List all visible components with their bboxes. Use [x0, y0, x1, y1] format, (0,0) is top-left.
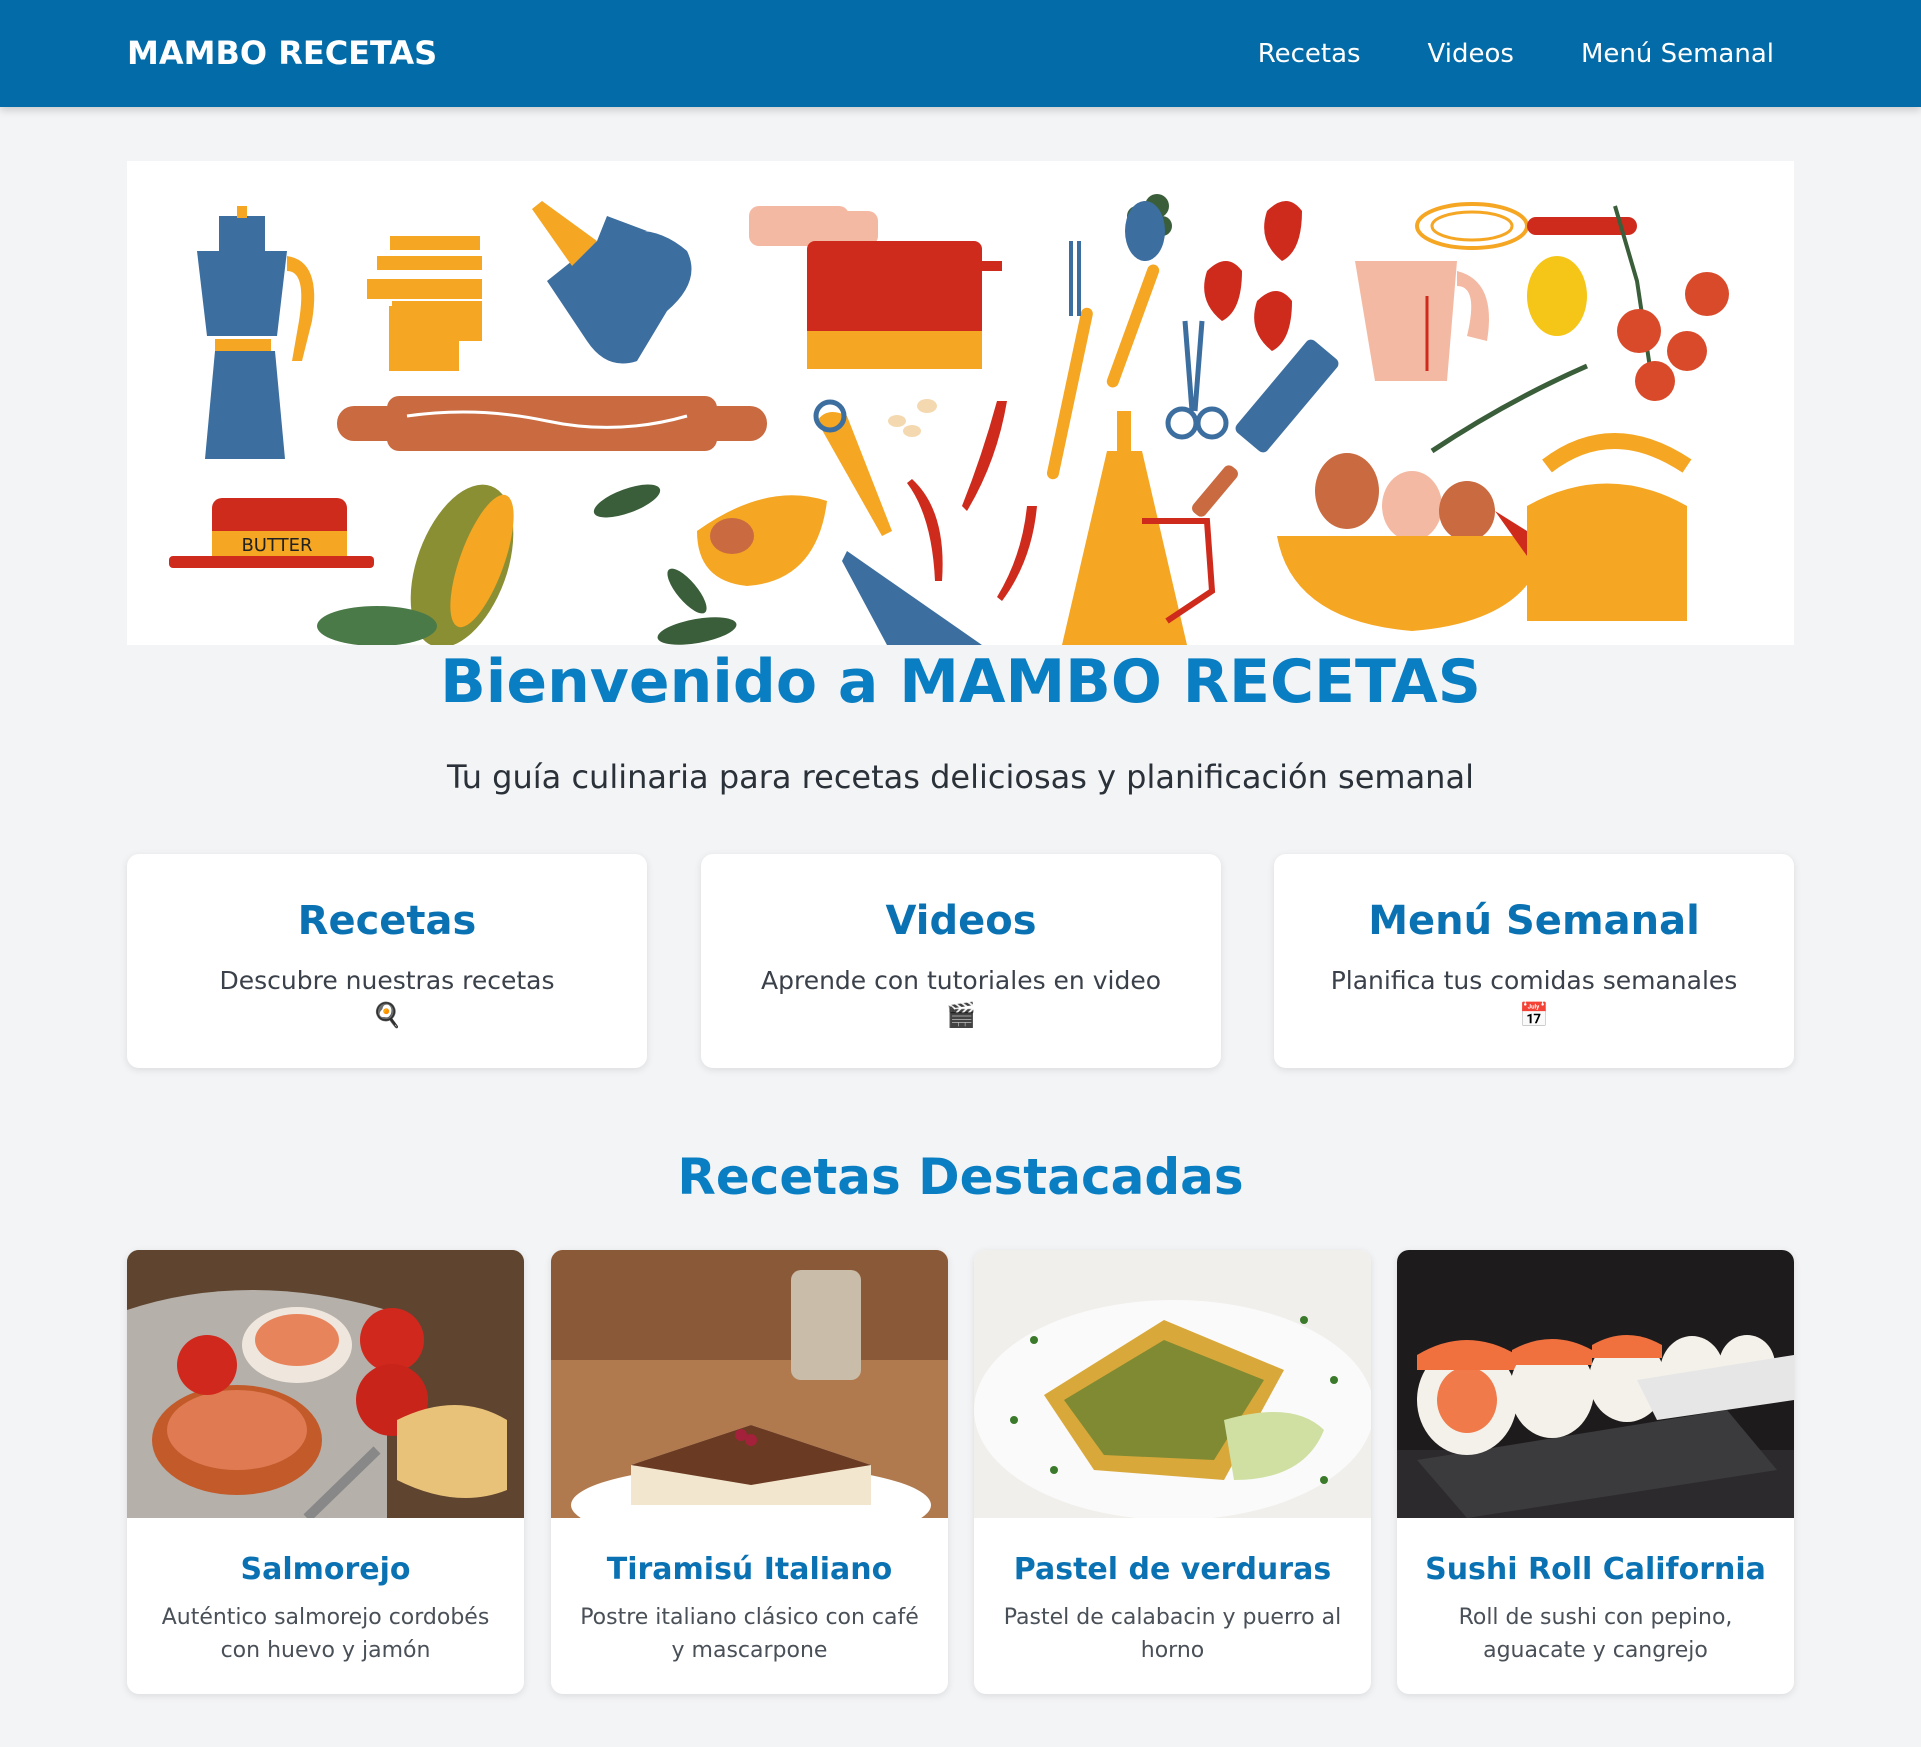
recipe-description: Auténtico salmorejo cordobés con huevo y…	[161, 1605, 490, 1663]
cooking-icon: 🍳	[372, 1001, 402, 1029]
welcome-tagline: Tu guía culinaria para recetas deliciosa…	[447, 758, 1474, 796]
recipe-description: Roll de sushi con pepino, aguacate y can…	[1458, 1605, 1733, 1663]
arugula-icon	[1430, 363, 1589, 454]
main-nav: Recetas Videos Menú Semanal	[1258, 0, 1774, 107]
strawberries-icon	[1204, 201, 1302, 351]
recipe-photo-pastel-verduras	[974, 1250, 1371, 1518]
feature-title: Videos	[885, 898, 1037, 944]
feature-card-recetas[interactable]: Recetas Descubre nuestras recetas 🍳	[127, 854, 647, 1068]
recipe-title: Sushi Roll California	[1425, 1552, 1766, 1587]
recipe-photo-sushi-roll	[1397, 1250, 1794, 1518]
feature-title: Menú Semanal	[1368, 898, 1700, 944]
clapper-icon: 🎬	[946, 1001, 976, 1029]
nav-link-videos[interactable]: Videos	[1428, 39, 1514, 69]
leaf-sprigs-icon	[317, 484, 737, 645]
recipe-title: Pastel de verduras	[1013, 1552, 1332, 1587]
feature-description: Descubre nuestras recetas	[219, 966, 555, 995]
recipe-photo-salmorejo	[127, 1250, 524, 1518]
feature-card-videos[interactable]: Videos Aprende con tutoriales en video 🎬	[701, 854, 1221, 1068]
calendar-icon: 📅	[1519, 1001, 1549, 1029]
featured-section-title: Recetas Destacadas	[677, 1148, 1244, 1206]
top-navbar: MAMBO RECETAS Recetas Videos Menú Semana…	[0, 0, 1921, 107]
squash-icon	[697, 495, 827, 586]
measuring-jug-icon	[1355, 261, 1489, 381]
recipe-card-pastel-verduras[interactable]: Pastel de verduras Pastel de calabacin y…	[974, 1250, 1371, 1694]
peeler-icon	[813, 399, 892, 536]
welcome-title: Bienvenido a MAMBO RECETAS	[440, 647, 1481, 717]
spoon-icon	[1106, 201, 1165, 388]
fork-icon	[1046, 241, 1093, 480]
knife-icon	[842, 551, 982, 645]
recipe-card-sushi-roll[interactable]: Sushi Roll California Roll de sushi con …	[1397, 1250, 1794, 1694]
measuring-cups-icon	[367, 236, 482, 371]
egg-bowl-icon	[1277, 453, 1547, 631]
hero-banner: BUTTER	[127, 161, 1794, 645]
garlic-icon	[888, 399, 937, 437]
toaster-icon	[749, 206, 1002, 369]
kettle-icon	[1495, 433, 1692, 621]
feature-card-menu-semanal[interactable]: Menú Semanal Planifica tus comidas seman…	[1274, 854, 1794, 1068]
feature-title: Recetas	[297, 898, 477, 944]
rolling-pin-icon	[337, 396, 767, 451]
recipe-description: Pastel de calabacin y puerro al horno	[1003, 1605, 1342, 1663]
brand-logo-link[interactable]: MAMBO RECETAS	[127, 0, 437, 107]
nav-link-menu-semanal[interactable]: Menú Semanal	[1581, 39, 1774, 69]
recipe-title: Tiramisú Italiano	[606, 1552, 893, 1587]
tomato-vine-icon	[1613, 205, 1729, 401]
feature-description: Aprende con tutoriales en video	[761, 966, 1161, 995]
butter-dish-icon: BUTTER	[169, 498, 374, 568]
oven-mitt-icon	[532, 201, 692, 364]
feature-description: Planifica tus comidas semanales	[1330, 966, 1738, 995]
lemon-icon	[1527, 256, 1587, 336]
moka-pot-icon	[197, 206, 315, 459]
recipe-photo-tiramisu	[551, 1250, 948, 1518]
chilli-peppers-icon	[907, 401, 1037, 601]
recipe-card-salmorejo[interactable]: Salmorejo Auténtico salmorejo cordobés c…	[127, 1250, 524, 1694]
whisk-icon	[1415, 202, 1637, 250]
svg-text:BUTTER: BUTTER	[241, 535, 312, 556]
kitchen-illustration: BUTTER	[169, 194, 1729, 645]
recipe-description: Postre italiano clásico con café y masca…	[580, 1605, 919, 1663]
recipe-card-tiramisu[interactable]: Tiramisú Italiano Postre italiano clásic…	[551, 1250, 948, 1694]
scissors-icon	[1165, 320, 1229, 440]
recipe-title: Salmorejo	[240, 1552, 411, 1587]
nav-link-recetas[interactable]: Recetas	[1258, 39, 1361, 69]
oil-bottle-icon	[1062, 411, 1216, 645]
